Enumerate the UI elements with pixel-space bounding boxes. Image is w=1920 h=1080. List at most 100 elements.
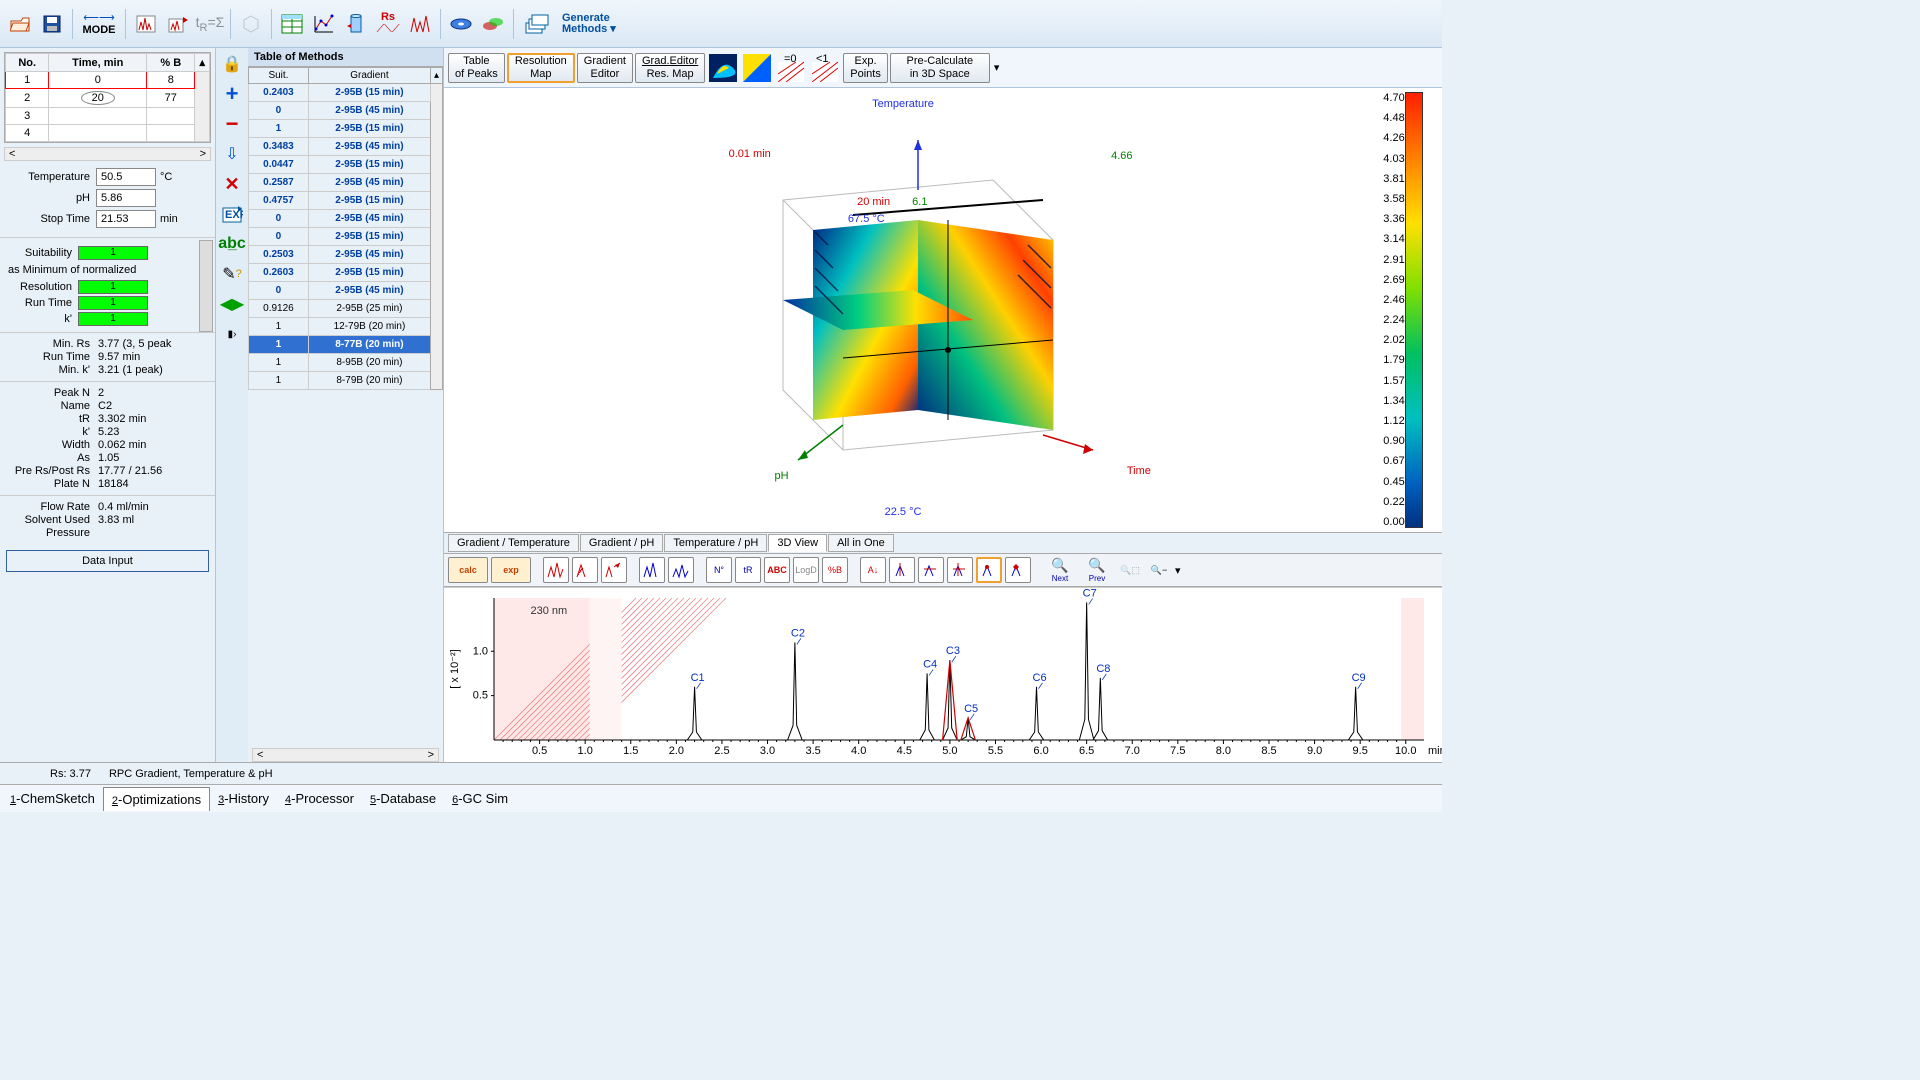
peaks-arrow-icon[interactable] bbox=[601, 557, 627, 583]
ph-input[interactable] bbox=[96, 189, 156, 207]
method-row[interactable]: 18-79B (20 min) bbox=[249, 372, 443, 390]
footer-tab[interactable]: 2-Optimizations bbox=[103, 787, 210, 811]
methods-hscroll[interactable]: <> bbox=[252, 748, 439, 762]
export-icon[interactable]: EXP bbox=[220, 202, 244, 226]
add-icon[interactable]: + bbox=[220, 82, 244, 106]
method-row[interactable]: 0.25032-95B (45 min) bbox=[249, 246, 443, 264]
highlight-icon[interactable]: ab̲c bbox=[220, 232, 244, 256]
open-icon[interactable] bbox=[6, 10, 34, 38]
method-row[interactable]: 02-95B (15 min) bbox=[249, 228, 443, 246]
method-row[interactable]: 0.34832-95B (45 min) bbox=[249, 138, 443, 156]
zoom-area-icon[interactable]: 🔍⬚ bbox=[1117, 557, 1143, 583]
grad-editor-resmap-button[interactable]: Grad.EditorRes. Map bbox=[635, 53, 705, 83]
expand-icon[interactable]: ▮› bbox=[220, 322, 244, 346]
stack-icon[interactable] bbox=[520, 10, 554, 38]
tr-label-button[interactable]: tR bbox=[735, 557, 761, 583]
method-row[interactable]: 0.04472-95B (15 min) bbox=[249, 156, 443, 174]
method-row[interactable]: 0.91262-95B (25 min) bbox=[249, 300, 443, 318]
logd-button[interactable]: LogD bbox=[793, 557, 819, 583]
method-row[interactable]: 02-95B (45 min) bbox=[249, 102, 443, 120]
vscrollbar[interactable] bbox=[199, 240, 213, 332]
mode-button[interactable]: ⟵⟶MODE bbox=[79, 10, 119, 38]
method-row[interactable]: 112-79B (20 min) bbox=[249, 318, 443, 336]
no-label-button[interactable]: N° bbox=[706, 557, 732, 583]
cursor2-icon[interactable] bbox=[918, 557, 944, 583]
data-input-button[interactable]: Data Input bbox=[6, 550, 209, 572]
column-icon[interactable] bbox=[342, 10, 370, 38]
insert-icon[interactable]: ⇩ bbox=[220, 142, 244, 166]
methods-table[interactable]: Suit.Gradient▴ 0.24032-95B (15 min)02-95… bbox=[248, 67, 443, 748]
remove-icon[interactable]: − bbox=[220, 112, 244, 136]
zoom-out-icon[interactable]: 🔍− bbox=[1146, 557, 1172, 583]
method-row[interactable]: 02-95B (45 min) bbox=[249, 282, 443, 300]
gradient-table[interactable]: No.Time, min% B▴ 108 22077 3 4 bbox=[4, 52, 211, 143]
footer-tab[interactable]: 3-History bbox=[210, 787, 277, 810]
marker-a-icon[interactable]: A↓ bbox=[860, 557, 886, 583]
method-row[interactable]: 18-95B (20 min) bbox=[249, 354, 443, 372]
peaks-icon[interactable] bbox=[406, 10, 434, 38]
peaks-blue1-icon[interactable] bbox=[639, 557, 665, 583]
hatch-lt1-icon[interactable]: <1 bbox=[809, 52, 841, 84]
structure-icon[interactable] bbox=[237, 10, 265, 38]
dropdown-icon[interactable]: ▾ bbox=[994, 61, 1000, 74]
peaks-hatch-icon[interactable] bbox=[572, 557, 598, 583]
abc-label-button[interactable]: ABC bbox=[764, 557, 790, 583]
peaks-red-icon[interactable] bbox=[543, 557, 569, 583]
spectrum-icon[interactable] bbox=[132, 10, 160, 38]
cursor5-icon[interactable] bbox=[1005, 557, 1031, 583]
table-of-peaks-button[interactable]: Tableof Peaks bbox=[448, 53, 505, 83]
exp-button[interactable]: exp bbox=[491, 557, 531, 583]
view-tab[interactable]: Gradient / pH bbox=[580, 534, 663, 552]
nav-icon[interactable]: ◀▶ bbox=[220, 292, 244, 316]
hscrollbar[interactable]: <> bbox=[4, 147, 211, 161]
table-icon[interactable] bbox=[278, 10, 306, 38]
save-icon[interactable] bbox=[38, 10, 66, 38]
footer-tab[interactable]: 1-ChemSketch bbox=[2, 787, 103, 810]
precalc-button[interactable]: Pre-Calculatein 3D Space bbox=[890, 53, 990, 83]
cursor1-icon[interactable] bbox=[889, 557, 915, 583]
hatch-eq0-icon[interactable]: =0 bbox=[775, 52, 807, 84]
view-tab[interactable]: Gradient / Temperature bbox=[448, 534, 579, 552]
pencil-icon[interactable]: ✎? bbox=[220, 262, 244, 286]
method-row[interactable]: 0.47572-95B (15 min) bbox=[249, 192, 443, 210]
resolution-map-button[interactable]: ResolutionMap bbox=[507, 53, 575, 83]
dropdown-icon[interactable]: ▾ bbox=[1175, 564, 1181, 577]
disc-icon[interactable] bbox=[447, 10, 475, 38]
footer-tab[interactable]: 4-Processor bbox=[277, 787, 362, 810]
cube-3d-view[interactable]: Temperature 0.01 min 4.66 20 min 6.1 67.… bbox=[444, 88, 1362, 532]
gradient-editor-button[interactable]: GradientEditor bbox=[577, 53, 633, 83]
footer-tab[interactable]: 6-GC Sim bbox=[444, 787, 516, 810]
method-row[interactable]: 18-77B (20 min) bbox=[249, 336, 443, 354]
view-tab[interactable]: Temperature / pH bbox=[664, 534, 767, 552]
footer-tab[interactable]: 5-Database bbox=[362, 787, 444, 810]
overlay-icon[interactable] bbox=[479, 10, 507, 38]
method-row[interactable]: 0.25872-95B (45 min) bbox=[249, 174, 443, 192]
stoptime-input[interactable] bbox=[96, 210, 156, 228]
cursor4-active-icon[interactable] bbox=[976, 557, 1002, 583]
view-tab[interactable]: 3D View bbox=[768, 534, 827, 552]
pb-button[interactable]: %B bbox=[822, 557, 848, 583]
exp-points-button[interactable]: Exp.Points bbox=[843, 53, 888, 83]
plot-icon[interactable] bbox=[310, 10, 338, 38]
method-row[interactable]: 0.26032-95B (15 min) bbox=[249, 264, 443, 282]
method-row[interactable]: 12-95B (15 min) bbox=[249, 120, 443, 138]
next-button[interactable]: 🔍Next bbox=[1043, 557, 1077, 583]
rs-icon[interactable]: Rs⟋⟍⟋ bbox=[374, 10, 402, 38]
generate-methods-button[interactable]: Generate Methods ▾ bbox=[562, 13, 616, 35]
prev-button[interactable]: 🔍Prev bbox=[1080, 557, 1114, 583]
norm-text: as Minimum of normalized bbox=[8, 262, 207, 278]
lock-icon[interactable]: 🔒 bbox=[220, 52, 244, 76]
view-tab[interactable]: All in One bbox=[828, 534, 894, 552]
cursor3-icon[interactable] bbox=[947, 557, 973, 583]
calc-button[interactable]: calc bbox=[448, 557, 488, 583]
gradient-icon[interactable] bbox=[741, 52, 773, 84]
contour-icon[interactable] bbox=[707, 52, 739, 84]
method-row[interactable]: 02-95B (45 min) bbox=[249, 210, 443, 228]
import-icon[interactable] bbox=[164, 10, 192, 38]
peaks-blue2-icon[interactable] bbox=[668, 557, 694, 583]
sigma-icon[interactable]: tR=Σ bbox=[196, 10, 224, 38]
chromatogram[interactable]: [ x 10⁻²]230 nm0.51.00.51.01.52.02.53.03… bbox=[444, 587, 1442, 762]
temperature-input[interactable] bbox=[96, 168, 156, 186]
method-row[interactable]: 0.24032-95B (15 min) bbox=[249, 84, 443, 102]
delete-icon[interactable]: ✕ bbox=[220, 172, 244, 196]
